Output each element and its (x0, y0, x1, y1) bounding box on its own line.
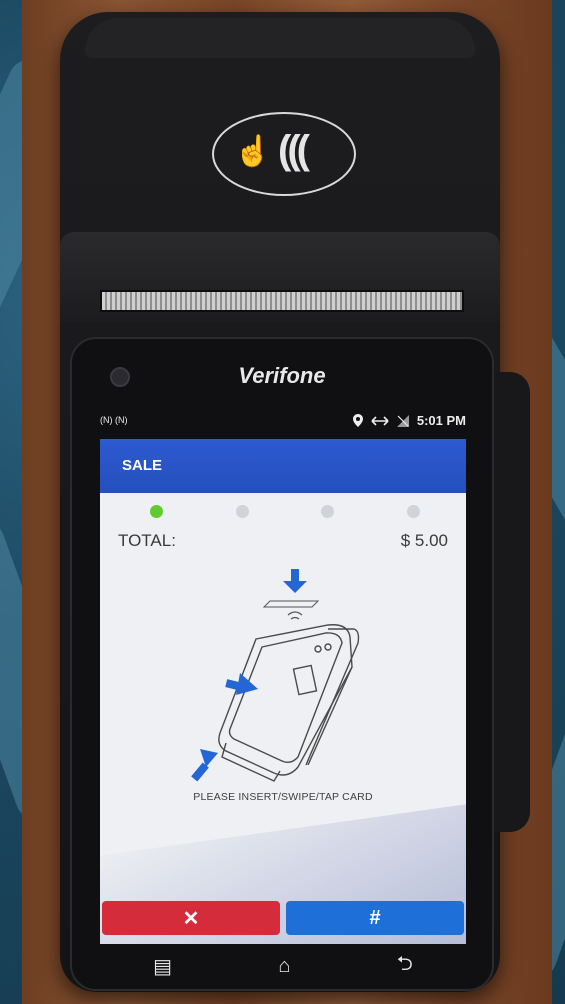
status-bar: (N) (N) 5:01 PM (100, 413, 466, 433)
notification-icons: (N) (N) (100, 415, 128, 425)
back-icon[interactable]: ⮌ (397, 949, 413, 983)
progress-step-1 (150, 505, 163, 518)
location-icon (352, 414, 363, 427)
paper-slot (100, 290, 464, 312)
tap-arrow-icon (262, 569, 320, 620)
progress-step-4 (406, 505, 420, 518)
hash-button[interactable]: # (286, 901, 464, 935)
total-label: TOTAL: (118, 531, 176, 550)
progress-step-3 (321, 505, 335, 518)
nfc-waves-icon: ((( (278, 128, 310, 172)
terminal-outline (218, 624, 360, 782)
home-icon[interactable]: ⌂ (278, 955, 290, 978)
nav-bar: ▤ ⌂ ⮌ (100, 951, 466, 981)
instruction-text: PLEASE INSERT/SWIPE/TAP CARD (193, 791, 373, 803)
photo-scene: ☝ ((( Verifone (N) (N) 5:01 PM SALE TOTA… (0, 0, 565, 1004)
swipe-arrow-icon (225, 673, 258, 695)
side-grip (494, 372, 530, 832)
action-bar: ✕ # (102, 901, 464, 937)
app-header: SALE (100, 439, 466, 493)
clock: 5:01 PM (416, 413, 466, 428)
progress-steps (150, 505, 420, 519)
page-title: SALE (122, 457, 163, 474)
status-right-group: 5:01 PM (352, 413, 466, 428)
total-amount: $ 5.00 (400, 531, 448, 550)
signal-icon (396, 414, 409, 427)
card-terminal-illustration (191, 569, 360, 782)
cancel-button[interactable]: ✕ (102, 901, 280, 935)
hand-card-icon: ☝ (234, 135, 272, 168)
recent-apps-icon[interactable]: ▤ (153, 954, 172, 979)
display-screen: SALE TOTAL: $ 5.00 PLEASE INSERT/SWIPE/T… (100, 439, 466, 944)
terminal-top-cap (85, 18, 475, 58)
screen-bezel: Verifone (N) (N) 5:01 PM SALE TOTAL: $ 5… (70, 337, 494, 991)
brand-logo: Verifone (238, 363, 326, 388)
payment-terminal: ☝ ((( Verifone (N) (N) 5:01 PM SALE TOTA… (60, 12, 530, 992)
insert-arrow-icon (191, 749, 218, 782)
progress-step-2 (235, 505, 249, 518)
receipt-printer (60, 232, 500, 322)
sync-arrows-icon (371, 415, 389, 426)
contactless-icon: ☝ ((( (212, 112, 356, 196)
